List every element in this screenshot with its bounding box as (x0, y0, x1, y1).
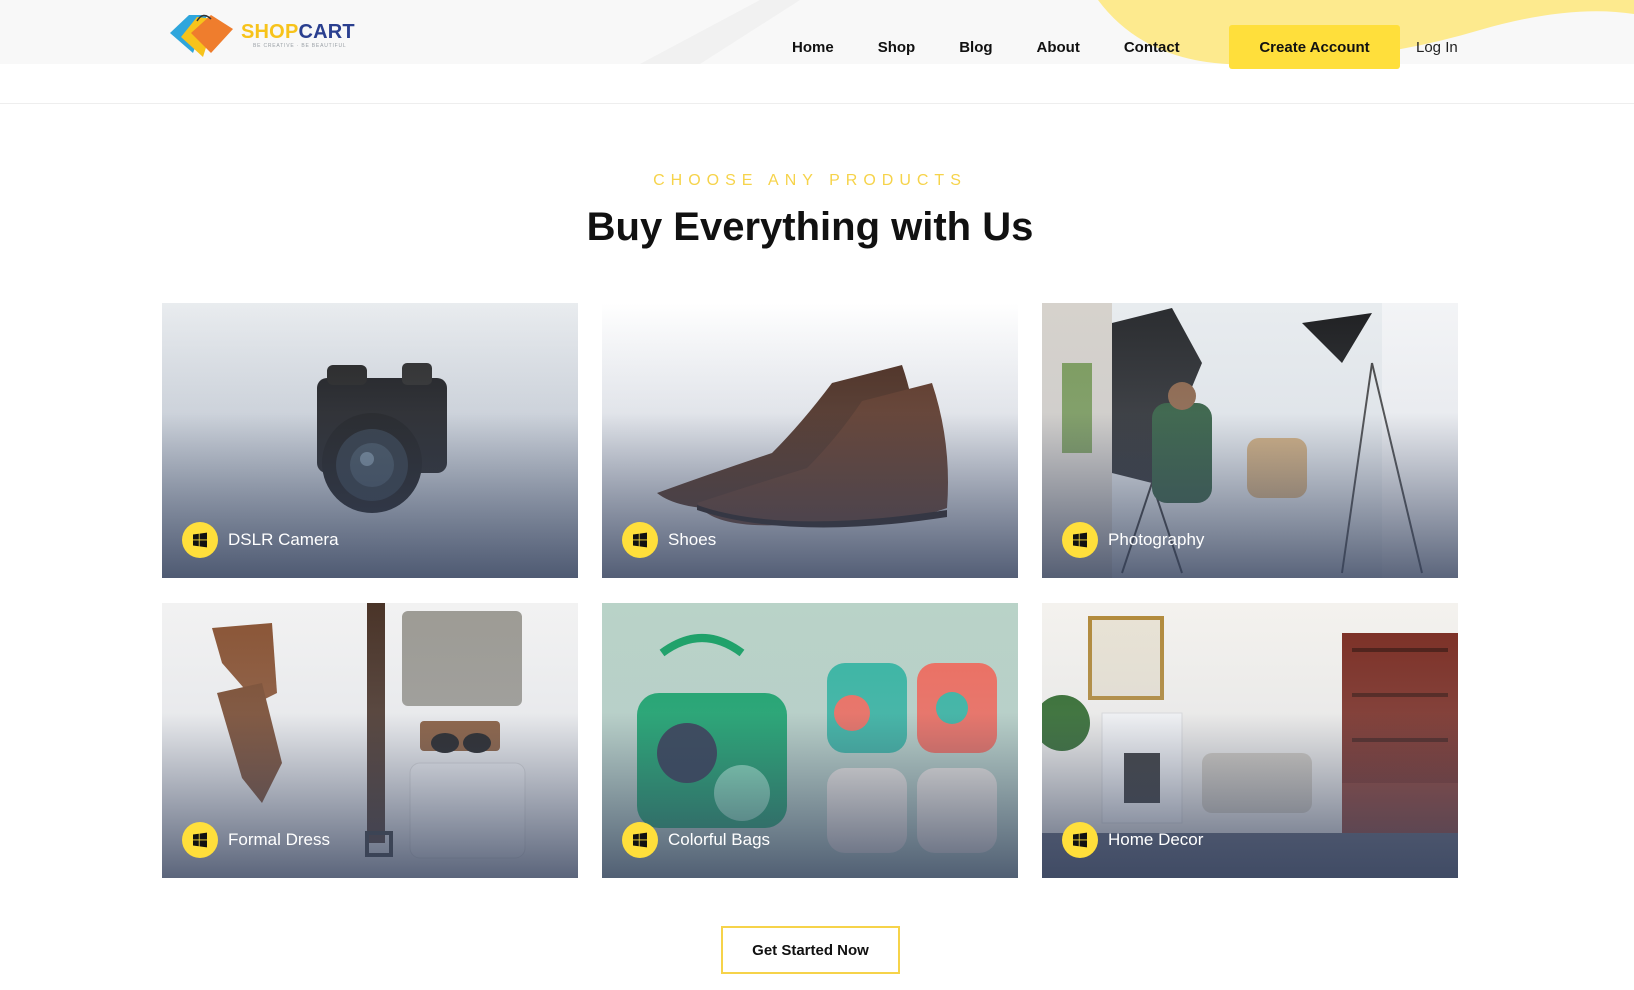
nav-home[interactable]: Home (792, 38, 834, 58)
main-navigation: Home Shop Blog About Contact (792, 38, 1224, 58)
card-title: Shoes (668, 530, 717, 549)
category-card-dslr-camera[interactable]: DSLR Camera (162, 303, 578, 578)
card-label: Photography (1062, 522, 1204, 558)
category-card-colorful-bags[interactable]: Colorful Bags (602, 603, 1018, 878)
login-link[interactable]: Log In (1416, 38, 1458, 58)
nav-contact[interactable]: Contact (1124, 38, 1180, 58)
nav-blog[interactable]: Blog (959, 38, 992, 58)
category-card-shoes[interactable]: Shoes (602, 303, 1018, 578)
create-account-button[interactable]: Create Account (1229, 25, 1400, 69)
category-card-home-decor[interactable]: Home Decor (1042, 603, 1458, 878)
card-label: Formal Dress (182, 822, 330, 858)
get-started-button[interactable]: Get Started Now (721, 926, 900, 974)
brand-name-shop: SHOP (241, 20, 299, 43)
card-title: DSLR Camera (228, 530, 339, 549)
card-title: Colorful Bags (668, 830, 771, 849)
card-title: Photography (1108, 530, 1205, 549)
card-label: DSLR Camera (182, 522, 339, 558)
nav-shop[interactable]: Shop (878, 38, 916, 58)
windows-icon (1062, 822, 1098, 858)
windows-icon (182, 522, 218, 558)
nav-about[interactable]: About (1037, 38, 1080, 58)
brand-name-cart: CART (298, 20, 355, 43)
section-eyebrow: CHOOSE ANY PRODUCTS (653, 172, 967, 189)
card-title: Formal Dress (228, 830, 331, 849)
category-card-photography[interactable]: Photography (1042, 303, 1458, 578)
windows-icon (182, 822, 218, 858)
windows-icon (1062, 522, 1098, 558)
category-card-formal-dress[interactable]: Formal Dress (162, 603, 578, 878)
shopping-tags-icon (170, 14, 233, 57)
brand-tagline: BE CREATIVE · BE BEAUTIFUL (253, 42, 347, 49)
brand-logo[interactable]: SHOPCART BE CREATIVE · BE BEAUTIFUL (167, 13, 355, 57)
site-header: SHOPCART BE CREATIVE · BE BEAUTIFUL Home… (0, 0, 1634, 104)
section-title: Buy Everything with Us (586, 205, 1034, 249)
card-label: Home Decor (1062, 822, 1203, 858)
card-label: Colorful Bags (622, 822, 770, 858)
card-title: Home Decor (1108, 830, 1204, 849)
card-label: Shoes (622, 522, 716, 558)
windows-icon (622, 522, 658, 558)
windows-icon (622, 822, 658, 858)
